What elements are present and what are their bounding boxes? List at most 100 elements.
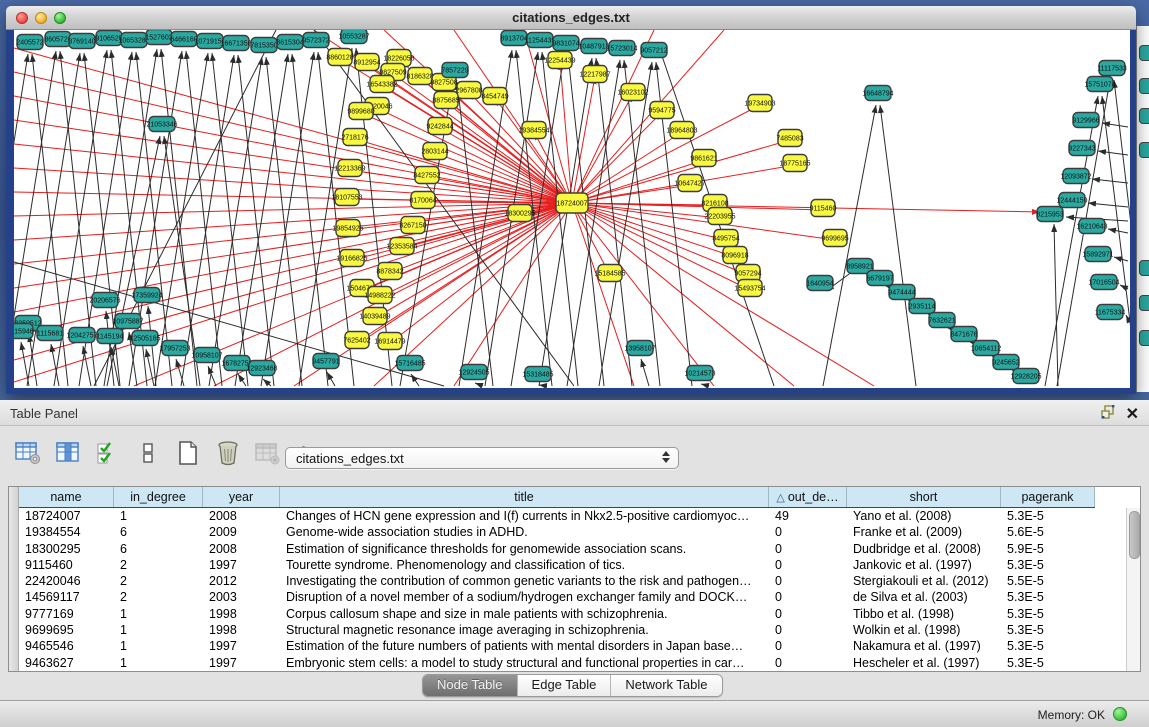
table-cell[interactable]: 1997 (203, 557, 280, 573)
graph-node[interactable]: 2405572 (16, 35, 43, 50)
graph-node[interactable]: 8878342 (376, 263, 403, 280)
graph-node[interactable]: 9245652 (992, 355, 1019, 370)
table-cell[interactable]: 9777169 (19, 606, 114, 622)
graph-node[interactable]: 8912954 (353, 54, 380, 71)
table-row[interactable]: 1456911722003Disruption of a novel membe… (19, 589, 1126, 605)
graph-node[interactable]: 1115681 (37, 326, 63, 341)
graph-node[interactable]: 8615304 (276, 35, 303, 50)
graph-node[interactable]: 17016504 (1088, 275, 1119, 290)
table-cell[interactable]: 6 (114, 541, 203, 557)
table-cell[interactable]: 5.3E-5 (1001, 589, 1095, 605)
graph-node[interactable]: 8860128 (326, 49, 353, 66)
graph-node[interactable]: 9242844 (426, 118, 453, 135)
table-row[interactable]: 1938455462009Genome-wide association stu… (19, 524, 1126, 540)
table-cell[interactable]: Estimation of significance thresholds fo… (280, 541, 769, 557)
table-cell[interactable]: 18724007 (19, 508, 114, 524)
table-cell[interactable]: 0 (769, 622, 847, 638)
table-cell[interactable]: Nakamura et al. (1997) (847, 638, 1001, 654)
table-cell[interactable]: Franke et al. (2009) (847, 524, 1001, 540)
table-cell[interactable]: 1 (114, 508, 203, 524)
table-cell[interactable]: 2 (114, 573, 203, 589)
table-cell[interactable]: 5.9E-5 (1001, 541, 1095, 557)
graph-node[interactable]: 9457791 (312, 354, 339, 369)
graph-node[interactable]: 11117533 (1097, 61, 1127, 76)
table-cell[interactable]: 5.3E-5 (1001, 557, 1095, 573)
graph-node[interactable]: 9572372 (302, 33, 329, 48)
graph-node[interactable]: 10214573 (684, 366, 715, 381)
graph-node[interactable]: 9831074 (552, 36, 579, 51)
table-cell[interactable]: 5.3E-5 (1001, 638, 1095, 654)
network-graph[interactable]: 8860128 8912954 18226058 9827509 1654338… (14, 30, 1130, 388)
table-cell[interactable]: 2008 (203, 541, 280, 557)
table-cell[interactable]: 1 (114, 638, 203, 654)
table-cell[interactable]: 5.5E-5 (1001, 573, 1095, 589)
table-row[interactable]: 969969511998Structural magnetic resonanc… (19, 622, 1126, 638)
graph-node[interactable]: 12924505 (458, 365, 489, 380)
table-cell[interactable]: 1997 (203, 638, 280, 654)
graph-node[interactable]: 15751074 (1084, 77, 1115, 92)
table-cell[interactable]: 1998 (203, 622, 280, 638)
graph-node[interactable]: 19384554 (518, 122, 549, 139)
graph-node[interactable]: 15493754 (734, 280, 765, 297)
table-cell[interactable]: 5.6E-5 (1001, 524, 1095, 540)
graph-node[interactable]: 2967808 (455, 82, 482, 99)
graph-node[interactable]: 16671358 (220, 36, 251, 51)
table-row[interactable]: 977716911998Corpus callosum shape and si… (19, 606, 1126, 622)
graph-node[interactable]: 16023102 (617, 84, 648, 101)
table-cell[interactable]: 1998 (203, 606, 280, 622)
graph-node[interactable]: 16648794 (862, 86, 893, 101)
table-cell[interactable]: 5.3E-5 (1001, 606, 1095, 622)
table-cell[interactable]: 9699695 (19, 622, 114, 638)
graph-node[interactable]: 9594775 (648, 102, 675, 119)
graph-node[interactable]: 2718176 (341, 129, 368, 146)
table-cell[interactable]: Wolkin et al. (1998) (847, 622, 1001, 638)
graph-node[interactable]: 7485083 (776, 130, 803, 147)
graph-node[interactable]: 11675334 (1095, 305, 1126, 320)
table-cell[interactable]: 5.3E-5 (1001, 508, 1095, 524)
graph-node[interactable]: 9057212 (640, 43, 667, 58)
table-cell[interactable]: 49 (769, 508, 847, 524)
table-cell[interactable]: 0 (769, 638, 847, 654)
table-cell[interactable]: 1 (114, 606, 203, 622)
column-header-in-degree[interactable]: in_degree (114, 487, 203, 507)
graph-node[interactable]: 8875685 (432, 92, 459, 109)
graph-node[interactable]: 21053346 (146, 117, 177, 132)
scrollbar-thumb[interactable] (1129, 511, 1140, 559)
close-panel-icon[interactable]: ✕ (1126, 407, 1139, 423)
column-header-short[interactable]: short (847, 487, 1001, 507)
graph-node[interactable]: 17957253 (159, 341, 190, 356)
table-cell[interactable]: Stergiakouli et al. (2012) (847, 573, 1001, 589)
graph-node[interactable]: 12213369 (334, 160, 365, 177)
row-height-icon[interactable] (134, 440, 161, 466)
table-cell[interactable]: 0 (769, 655, 847, 671)
table-cell[interactable]: 1997 (203, 655, 280, 671)
table-cell[interactable]: Tourette syndrome. Phenomenology and cla… (280, 557, 769, 573)
graph-node[interactable]: 18724007 (556, 193, 588, 213)
table-row[interactable]: 1872400712008Changes of HCN gene express… (19, 508, 1126, 524)
table-cell[interactable]: Corpus callosum shape and size in male p… (280, 606, 769, 622)
graph-node[interactable]: 1527602 (145, 30, 172, 45)
graph-node[interactable]: 12254439 (544, 52, 575, 69)
table-settings-icon[interactable] (14, 440, 41, 466)
graph-node[interactable]: 1640954 (806, 276, 833, 291)
table-body[interactable]: 1872400712008Changes of HCN gene express… (19, 508, 1126, 671)
graph-node[interactable]: 18964803 (666, 122, 697, 139)
graph-node[interactable]: 2935114 (909, 299, 936, 314)
graph-node[interactable]: 12353584 (386, 238, 417, 255)
graph-node[interactable]: 10975887 (112, 314, 143, 329)
table-cell[interactable]: Embryonic stem cells: a model to study s… (280, 655, 769, 671)
select-rows-icon[interactable] (94, 440, 121, 466)
table-cell[interactable]: 1 (114, 622, 203, 638)
table-cell[interactable]: 0 (769, 541, 847, 557)
graph-node[interactable]: 8471676 (950, 327, 977, 342)
table-cell[interactable]: 2012 (203, 573, 280, 589)
graph-node[interactable]: 6679197 (866, 271, 893, 286)
graph-node[interactable]: 22203955 (704, 208, 735, 225)
graph-node[interactable]: 8215953 (1036, 207, 1063, 222)
vertical-scrollbar[interactable] (1126, 508, 1140, 671)
column-header-title[interactable]: title (280, 487, 769, 507)
graph-node[interactable]: 9899680 (347, 103, 374, 120)
table-cell[interactable]: 0 (769, 589, 847, 605)
graph-node[interactable]: 12217987 (579, 66, 610, 83)
table-cell[interactable]: Genome-wide association studies in ADHD. (280, 524, 769, 540)
